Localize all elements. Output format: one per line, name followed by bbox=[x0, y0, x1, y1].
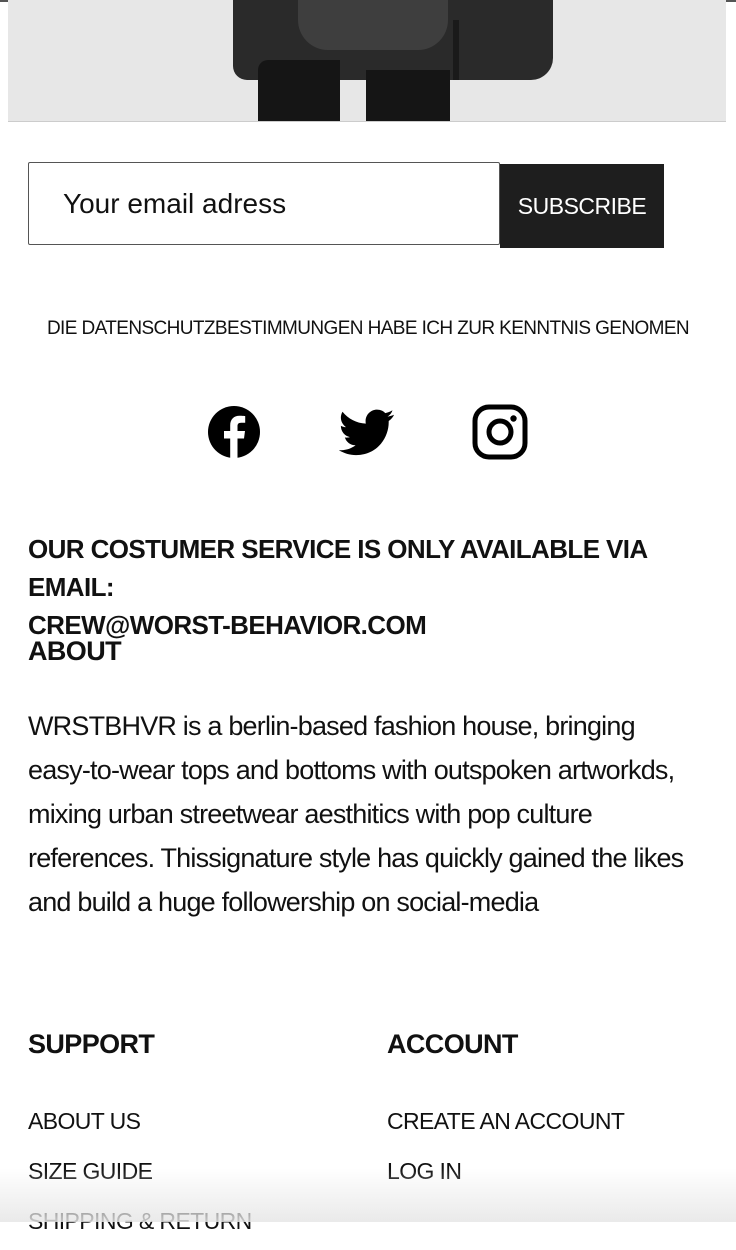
customer-service-notice: OUR COSTUMER SERVICE IS ONLY AVAILABLE V… bbox=[28, 530, 718, 644]
subscribe-button[interactable]: SUBSCRIBE bbox=[500, 164, 664, 248]
about-us-link[interactable]: ABOUT US bbox=[28, 1108, 141, 1134]
create-account-link[interactable]: CREATE AN ACCOUNT bbox=[387, 1108, 625, 1134]
customer-service-email[interactable]: CREW@WORST-BEHAVIOR.COM bbox=[28, 606, 718, 644]
email-input[interactable] bbox=[28, 162, 500, 245]
social-links bbox=[0, 404, 736, 462]
instagram-icon bbox=[472, 404, 528, 460]
account-links: CREATE AN ACCOUNT LOG IN bbox=[387, 1096, 717, 1196]
account-heading: ACCOUNT bbox=[387, 1029, 518, 1059]
about-heading: ABOUT bbox=[28, 636, 122, 666]
list-item: SIZE GUIDE bbox=[28, 1146, 358, 1196]
instagram-link[interactable] bbox=[472, 404, 528, 460]
list-item: SHIPPING & RETURN bbox=[28, 1196, 358, 1246]
twitter-link[interactable] bbox=[339, 404, 395, 460]
list-item: ABOUT US bbox=[28, 1096, 358, 1146]
facebook-link[interactable] bbox=[206, 404, 262, 460]
hero-coat-highlight bbox=[298, 0, 448, 50]
log-in-link[interactable]: LOG IN bbox=[387, 1158, 462, 1184]
hero-leg-right bbox=[366, 70, 450, 122]
twitter-icon bbox=[339, 404, 395, 460]
facebook-icon bbox=[206, 404, 262, 460]
list-item: LOG IN bbox=[387, 1146, 717, 1196]
about-text: WRSTBHVR is a berlin-based fashion house… bbox=[28, 711, 684, 917]
list-item: CREATE AN ACCOUNT bbox=[387, 1096, 717, 1146]
hero-coat-slit bbox=[453, 20, 459, 80]
footer-account-column: ACCOUNT CREATE AN ACCOUNT LOG IN bbox=[387, 1024, 717, 1184]
footer-support-column: SUPPORT ABOUT US SIZE GUIDE SHIPPING & R… bbox=[28, 1024, 358, 1234]
size-guide-link[interactable]: SIZE GUIDE bbox=[28, 1158, 153, 1184]
support-links: ABOUT US SIZE GUIDE SHIPPING & RETURN bbox=[28, 1096, 358, 1246]
hero-divider bbox=[8, 121, 726, 122]
hero-leg-left bbox=[258, 60, 340, 122]
newsletter-form: SUBSCRIBE bbox=[28, 162, 664, 248]
support-heading: SUPPORT bbox=[28, 1029, 155, 1059]
customer-service-text: OUR COSTUMER SERVICE IS ONLY AVAILABLE V… bbox=[28, 534, 647, 602]
shipping-return-link[interactable]: SHIPPING & RETURN bbox=[28, 1208, 252, 1234]
privacy-notice[interactable]: DIE DATENSCHUTZBESTIMMUNGEN HABE ICH ZUR… bbox=[0, 318, 736, 340]
hero-image bbox=[8, 0, 726, 122]
